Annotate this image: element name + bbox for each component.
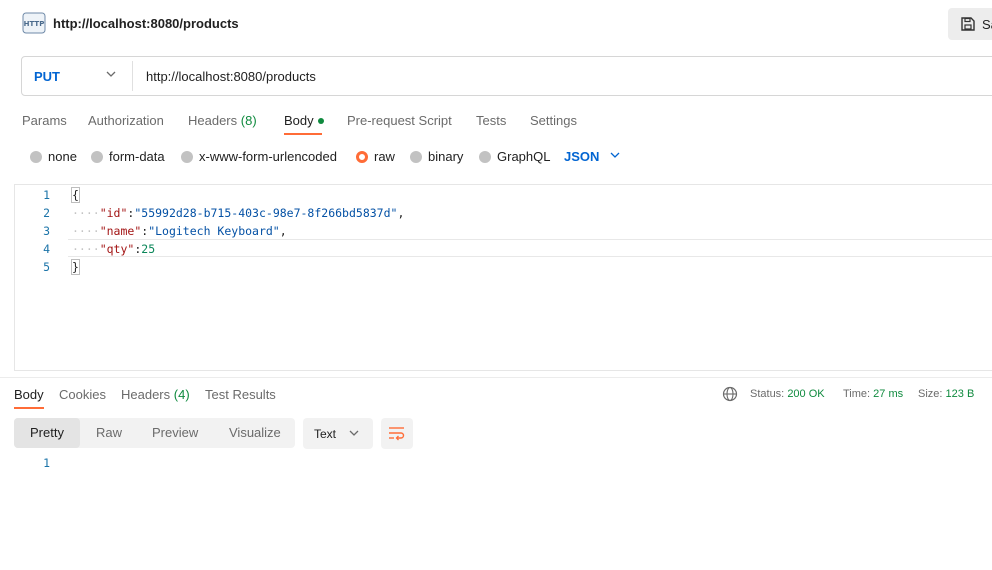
radio-circle: [91, 150, 103, 163]
method-select[interactable]: PUT: [34, 69, 60, 84]
url-input[interactable]: http://localhost:8080/products: [146, 69, 316, 84]
radio-none[interactable]: none: [30, 149, 77, 164]
line-number: 5: [43, 260, 50, 274]
radio-label: x-www-form-urlencoded: [199, 149, 337, 164]
language-select[interactable]: JSON: [564, 149, 599, 164]
radio-raw[interactable]: raw: [356, 149, 395, 164]
tab-tests[interactable]: Tests: [476, 113, 506, 128]
json-key: "name": [99, 224, 142, 238]
radio-circle-selected: [356, 150, 368, 163]
save-button[interactable]: Save: [948, 8, 992, 40]
svg-text:HTTP: HTTP: [24, 20, 45, 28]
tab-authorization[interactable]: Authorization: [88, 113, 164, 128]
line-number: 2: [43, 206, 50, 220]
chevron-down-icon: [349, 430, 359, 436]
tab-headers-count: (8): [240, 113, 257, 128]
tab-params[interactable]: Params: [22, 113, 67, 128]
radio-circle: [410, 150, 422, 163]
wrap-lines-icon: [389, 427, 405, 441]
code-line: ····"id":"55992d28-b715-403c-98e7-8f266b…: [72, 206, 405, 220]
response-size[interactable]: Size: 123 B: [918, 388, 974, 400]
wrap-lines-button[interactable]: [381, 418, 413, 449]
format-label: Text: [314, 427, 337, 441]
status-label: Status:: [750, 388, 785, 400]
line-number: 4: [43, 242, 50, 256]
pane-divider[interactable]: [0, 377, 992, 378]
save-icon: [961, 17, 975, 31]
tab-headers-label: Headers: [188, 113, 238, 128]
chevron-down-icon[interactable]: [106, 70, 116, 78]
current-line-highlight: [68, 239, 992, 257]
radio-form-data[interactable]: form-data: [91, 149, 165, 164]
view-preview-button[interactable]: Preview: [152, 425, 198, 440]
json-value: "55992d28-b715-403c-98e7-8f266bd5837d": [134, 206, 398, 220]
line-number: 3: [43, 224, 50, 238]
radio-label: form-data: [109, 149, 165, 164]
response-tab-headers-label: Headers: [121, 387, 171, 402]
open-brace: {: [71, 187, 80, 203]
size-value: 123 B: [945, 388, 975, 400]
response-active-underline: [14, 407, 44, 409]
response-time[interactable]: Time: 27 ms: [843, 388, 903, 400]
view-visualize-button[interactable]: Visualize: [229, 425, 281, 440]
radio-graphql[interactable]: GraphQL: [479, 149, 550, 164]
radio-label: none: [48, 149, 77, 164]
code-line: }: [71, 259, 80, 275]
radio-label: GraphQL: [497, 149, 551, 164]
radio-circle: [181, 150, 193, 163]
response-tab-test-results[interactable]: Test Results: [205, 387, 276, 402]
time-value: 27 ms: [873, 388, 904, 400]
chevron-down-icon[interactable]: [610, 151, 620, 159]
json-value: "Logitech Keyboard": [148, 224, 280, 238]
tab-body[interactable]: Body: [284, 113, 324, 128]
view-pretty-button[interactable]: Pretty: [30, 425, 64, 440]
radio-circle: [479, 150, 491, 163]
response-line-number: 1: [43, 456, 50, 470]
radio-binary[interactable]: binary: [410, 149, 463, 164]
code-line: {: [71, 187, 80, 203]
response-tab-body[interactable]: Body: [14, 387, 44, 402]
code-line: ····"qty":25: [72, 242, 156, 256]
request-title[interactable]: http://localhost:8080/products: [53, 16, 239, 31]
view-raw-button[interactable]: Raw: [96, 425, 122, 440]
response-tab-headers[interactable]: Headers (4): [121, 387, 190, 402]
json-value: 25: [141, 242, 156, 256]
close-brace: }: [71, 259, 80, 275]
tab-body-label: Body: [284, 113, 314, 128]
status-value: 200 OK: [787, 388, 825, 400]
radio-label: raw: [374, 149, 395, 164]
tab-headers[interactable]: Headers (8): [188, 113, 257, 128]
radio-urlencoded[interactable]: x-www-form-urlencoded: [181, 149, 337, 164]
radio-circle: [30, 150, 42, 163]
time-label: Time:: [843, 388, 871, 400]
save-label: Save: [982, 17, 992, 32]
line-number: 1: [43, 188, 50, 202]
http-request-icon: HTTP: [22, 12, 46, 34]
globe-icon[interactable]: [722, 386, 738, 402]
url-bar: PUT http://localhost:8080/products: [21, 56, 992, 96]
tab-pre-request-script[interactable]: Pre-request Script: [347, 113, 452, 128]
active-tab-underline: [284, 133, 322, 135]
response-tab-cookies[interactable]: Cookies: [59, 387, 106, 402]
response-tab-headers-count: (4): [173, 387, 190, 402]
format-select[interactable]: Text: [303, 418, 373, 449]
json-key: "id": [99, 206, 128, 220]
radio-label: binary: [428, 149, 464, 164]
body-indicator-dot: [317, 117, 324, 124]
url-separator: [132, 61, 133, 91]
json-key: "qty": [99, 242, 135, 256]
code-line: ····"name":"Logitech Keyboard",: [72, 224, 287, 238]
status-code[interactable]: Status: 200 OK: [750, 388, 825, 400]
tab-settings[interactable]: Settings: [530, 113, 577, 128]
size-label: Size:: [918, 388, 943, 400]
